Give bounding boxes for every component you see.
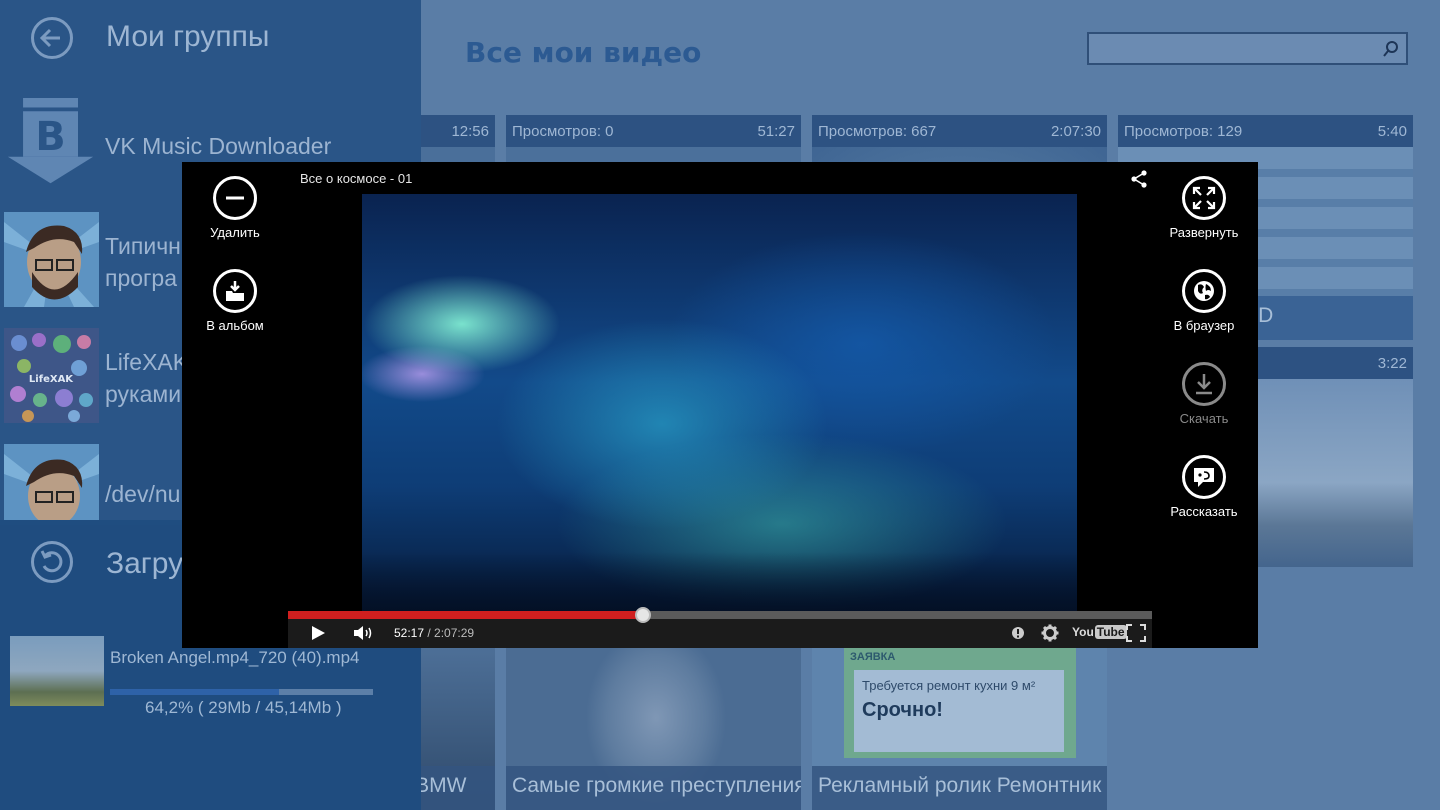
video-title: Все о космосе - 01 [300, 171, 413, 186]
delete-button[interactable]: Удалить [185, 176, 285, 240]
page-title: Все мои видео [465, 36, 702, 69]
info-icon[interactable] [1011, 626, 1025, 640]
share-chat-icon [1194, 468, 1214, 487]
download-progress-fill [110, 689, 279, 695]
vk-download-logo-icon: B [7, 98, 94, 184]
duration-label: 5:40 [1377, 122, 1407, 140]
group-name: VK Music Downloader [105, 133, 332, 159]
download-to-album-icon [226, 281, 244, 301]
views-label: Просмотров: 667 [818, 122, 937, 140]
video-tile[interactable]: Самые громкие преступления [506, 648, 801, 810]
download-status: 64,2% ( 29Mb / 45,14Mb ) [145, 698, 342, 717]
seek-bar-played [288, 611, 644, 619]
current-time: 52:17 [394, 626, 425, 640]
groups-title: Мои группы [106, 20, 270, 53]
settings-gear-icon[interactable] [1041, 624, 1059, 642]
video-tile[interactable]: ЗАЯВКА Требуется ремонт кухни 9 м² Срочн… [812, 648, 1107, 810]
volume-icon[interactable] [353, 625, 375, 641]
search-box[interactable] [1087, 32, 1408, 65]
share-icon[interactable] [1130, 170, 1148, 188]
avatar [4, 444, 99, 520]
views-label: Просмотров: 0 [512, 122, 614, 140]
youtube-logo[interactable]: You Tube [1072, 625, 1127, 639]
video-player: Все о космосе - 01 Удалить В альбом Разв… [182, 162, 1258, 648]
duration-label: 51:27 [757, 122, 795, 140]
add-to-album-button[interactable]: В альбом [185, 269, 285, 333]
download-progress-bar [110, 689, 373, 695]
minus-icon [226, 196, 244, 200]
play-icon[interactable] [310, 625, 326, 641]
svg-text:B: B [35, 114, 65, 160]
expand-button[interactable]: Развернуть [1154, 176, 1254, 240]
duration-label: 3:22 [1377, 354, 1407, 372]
duration-label: 12:56 [451, 122, 489, 140]
download-icon [1196, 374, 1212, 395]
svg-text:LifeXAK: LifeXAK [29, 374, 74, 385]
open-in-browser-button[interactable]: В браузер [1154, 269, 1254, 333]
download-file-name: Broken Angel.mp4_720 (40).mp4 [110, 648, 360, 667]
video-tile[interactable]: 3:22 [1258, 347, 1413, 567]
back-button[interactable] [31, 17, 73, 59]
globe-icon [1194, 281, 1214, 301]
player-controls: 52:17 / 2:07:29 You Tube [288, 607, 1152, 648]
download-thumbnail [10, 636, 104, 706]
seek-handle[interactable] [635, 607, 652, 623]
arrow-left-icon [39, 28, 60, 48]
total-duration: 2:07:29 [434, 626, 475, 640]
search-icon[interactable] [1382, 40, 1400, 58]
avatar: LifeXAK [4, 328, 99, 423]
tile-caption: Рекламный ролик Ремонтник [812, 766, 1107, 810]
seek-bar[interactable] [288, 607, 1152, 623]
expand-icon [1192, 186, 1216, 210]
refresh-button[interactable] [31, 541, 73, 583]
ad-card: ЗАЯВКА Требуется ремонт кухни 9 м² Срочн… [844, 648, 1076, 758]
download-button[interactable]: Скачать [1154, 362, 1254, 426]
search-input[interactable] [1089, 34, 1379, 63]
refresh-icon [40, 550, 63, 573]
views-label: Просмотров: 129 [1124, 122, 1243, 140]
avatar [4, 212, 99, 307]
share-tell-button[interactable]: Рассказать [1154, 455, 1254, 519]
duration-label: 2:07:30 [1050, 122, 1101, 140]
time-display: 52:17 / 2:07:29 [394, 626, 475, 640]
downloads-title: Загру [106, 547, 184, 580]
tile-caption: Самые громкие преступления [506, 766, 801, 810]
fullscreen-icon[interactable] [1126, 624, 1146, 642]
video-frame[interactable] [362, 194, 1077, 612]
